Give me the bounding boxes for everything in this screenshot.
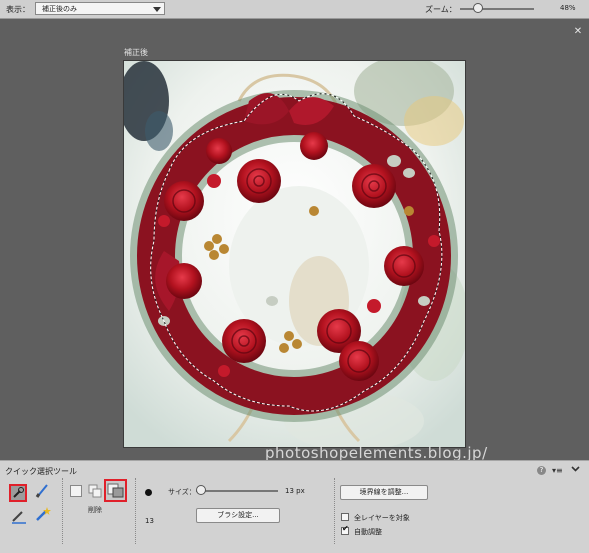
zoom-label: ズーム： bbox=[425, 5, 457, 14]
after-view-label: 補正後 bbox=[124, 48, 148, 57]
size-label: サイズ： bbox=[168, 488, 196, 496]
quick-selection-icon bbox=[13, 487, 24, 498]
brush-settings-button[interactable]: ブラシ設定... bbox=[196, 508, 280, 523]
view-label: 表示： bbox=[6, 5, 30, 14]
selection-brush-tool-button[interactable] bbox=[34, 481, 52, 499]
brush-size-number: 13 bbox=[145, 517, 154, 525]
magic-wand-icon bbox=[36, 507, 51, 521]
check-icon: ✔ bbox=[342, 524, 349, 533]
subtract-selection-icon bbox=[107, 483, 124, 498]
smart-brush-icon bbox=[12, 511, 26, 524]
subtract-selection-button[interactable] bbox=[104, 479, 127, 502]
refine-edge-button[interactable]: 境界線を調整... bbox=[340, 485, 428, 500]
mode-label: 削除 bbox=[88, 506, 102, 514]
panel-menu-icon[interactable]: ▾≡ bbox=[552, 466, 563, 475]
smart-brush-tool-button[interactable] bbox=[10, 507, 28, 525]
wreath-photo bbox=[124, 61, 465, 447]
sample-all-layers-label: 全レイヤーを対象 bbox=[354, 514, 410, 522]
tool-name-label: クイック選択ツール bbox=[5, 467, 77, 476]
brush-preview-icon[interactable] bbox=[145, 489, 152, 496]
view-mode-select[interactable]: 補正後のみ bbox=[35, 2, 165, 15]
auto-enhance-label: 自動調整 bbox=[354, 528, 382, 536]
view-toolbar: 表示： 補正後のみ ズーム： 48% bbox=[0, 0, 589, 19]
zoom-value: 48% bbox=[560, 4, 576, 12]
zoom-slider-handle[interactable] bbox=[473, 3, 483, 13]
collapse-icon[interactable] bbox=[571, 464, 580, 473]
chevron-down-icon bbox=[153, 7, 161, 12]
add-selection-icon[interactable] bbox=[88, 484, 102, 498]
help-icon[interactable]: ? bbox=[537, 466, 546, 475]
photo-canvas[interactable] bbox=[123, 60, 466, 448]
size-slider-track[interactable] bbox=[196, 490, 278, 492]
sample-all-layers-checkbox[interactable] bbox=[341, 513, 349, 521]
magic-wand-tool-button[interactable] bbox=[34, 505, 52, 523]
new-selection-icon[interactable] bbox=[70, 485, 82, 497]
divider bbox=[62, 478, 63, 544]
size-value: 13 px bbox=[285, 487, 305, 495]
zoom-slider-track[interactable] bbox=[460, 8, 534, 10]
size-slider-handle[interactable] bbox=[196, 485, 206, 495]
view-mode-value: 補正後のみ bbox=[42, 5, 77, 13]
auto-enhance-checkbox[interactable]: ✔ bbox=[341, 524, 349, 535]
quick-selection-tool-button[interactable] bbox=[9, 484, 27, 502]
selection-brush-icon bbox=[35, 484, 48, 498]
divider bbox=[135, 478, 136, 544]
close-icon[interactable]: ✕ bbox=[573, 27, 583, 37]
divider bbox=[334, 478, 335, 544]
